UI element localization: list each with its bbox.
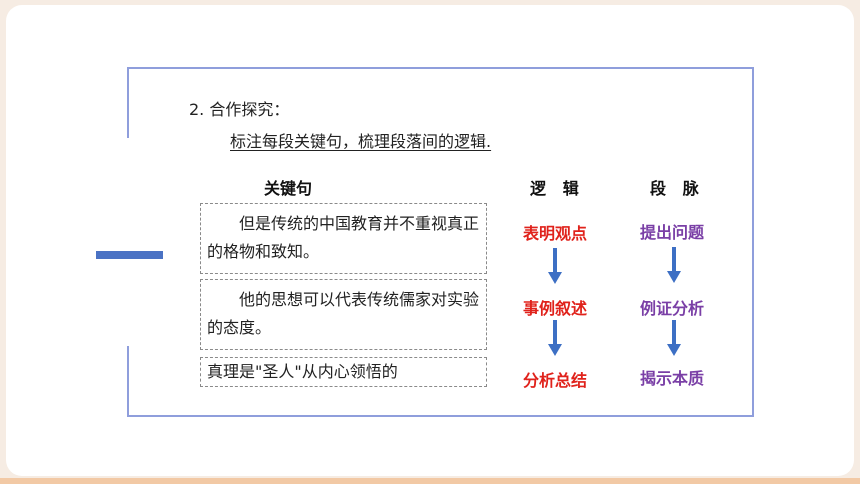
down-arrow-icon: [667, 320, 681, 356]
down-arrow-icon: [548, 320, 562, 356]
bottom-edge-stripe: [0, 478, 860, 484]
flow-step-3: 揭示本质: [640, 369, 705, 388]
flow-step-1: 提出问题: [640, 223, 705, 242]
frame-gap: [125, 138, 131, 346]
key-sentence-text: 真理是"圣人"从内心领悟的: [207, 362, 398, 381]
task-instruction: 标注每段关键句，梳理段落间的逻辑.: [230, 132, 492, 151]
column-title-key-sentence: 关键句: [264, 179, 313, 198]
down-arrow-icon: [548, 248, 562, 284]
down-arrow-icon: [667, 247, 681, 283]
section-heading: 2. 合作探究：: [189, 100, 290, 119]
flow-step-2: 例证分析: [640, 299, 705, 318]
key-sentence-text: 他的思想可以代表传统儒家对实验的态度。: [207, 290, 480, 337]
key-sentence-box-2: 他的思想可以代表传统儒家对实验的态度。: [200, 279, 487, 350]
column-title-logic: 逻 辑: [530, 179, 579, 198]
accent-bar: [96, 251, 163, 259]
logic-step-3: 分析总结: [523, 371, 588, 390]
key-sentence-box-3: 真理是"圣人"从内心领悟的: [200, 357, 487, 387]
logic-step-1: 表明观点: [523, 224, 588, 243]
key-sentence-text: 但是传统的中国教育并不重视真正的格物和致知。: [207, 214, 480, 261]
key-sentence-box-1: 但是传统的中国教育并不重视真正的格物和致知。: [200, 203, 487, 274]
logic-step-2: 事例叙述: [523, 299, 588, 318]
column-title-paragraph-flow: 段 脉: [650, 179, 699, 198]
